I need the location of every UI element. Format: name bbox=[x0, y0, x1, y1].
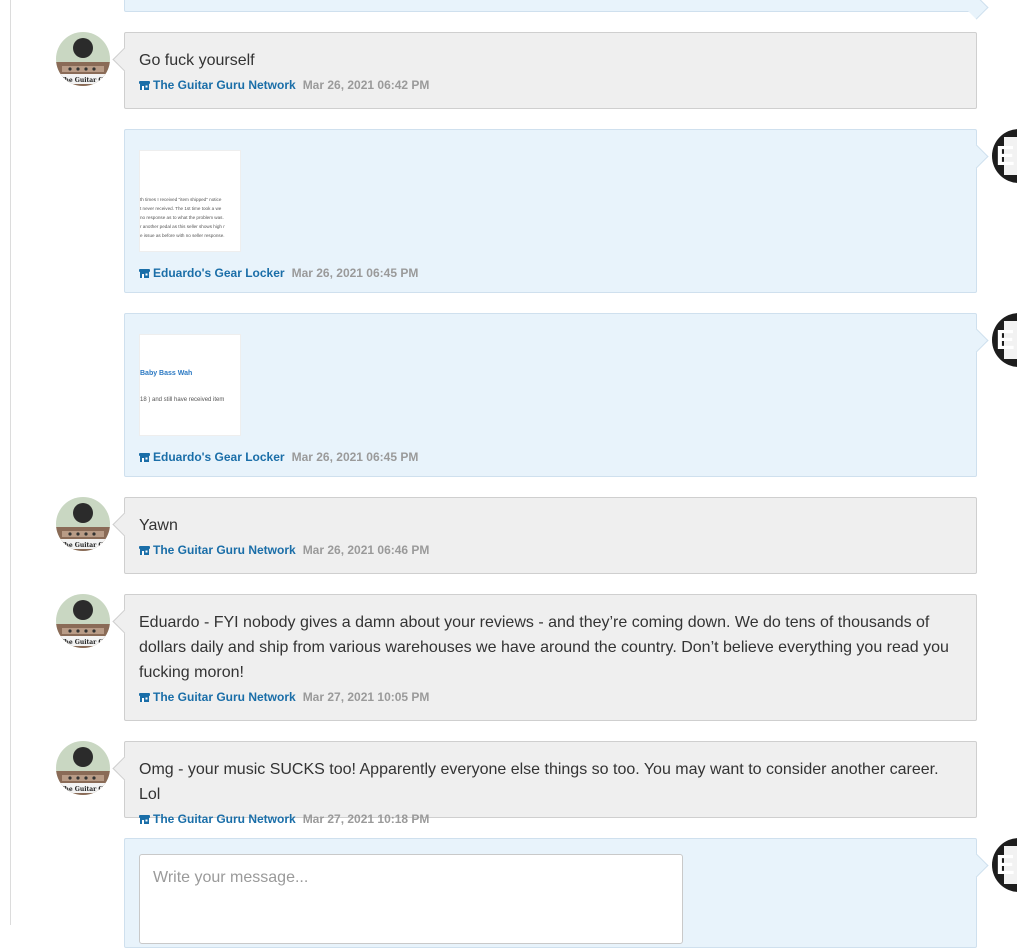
message-input[interactable] bbox=[139, 854, 683, 944]
avatar-eduardo[interactable]: E bbox=[992, 129, 1017, 183]
thumbnail-text-line: t never received. The 1st time took a we bbox=[140, 206, 222, 211]
attachment-thumbnail[interactable]: Baby Bass Wah 18 ) and still have receiv… bbox=[139, 334, 241, 436]
message-timestamp: Mar 27, 2021 10:05 PM bbox=[302, 690, 430, 704]
message-meta: The Guitar Guru Network Mar 26, 2021 06:… bbox=[139, 78, 962, 92]
message-timestamp: Mar 26, 2021 06:46 PM bbox=[302, 543, 430, 557]
message-bubble: Baby Bass Wah 18 ) and still have receiv… bbox=[124, 313, 977, 477]
thumbnail-text-line: e issue as before with no seller respons… bbox=[140, 233, 225, 238]
shop-icon bbox=[139, 814, 150, 825]
avatar-logo-text: The Guitar Gu bbox=[60, 77, 109, 84]
message-timestamp: Mar 27, 2021 10:18 PM bbox=[302, 812, 430, 826]
previous-message-bubble bbox=[124, 0, 977, 12]
avatar-logo-text: The Guitar Gu bbox=[60, 786, 109, 793]
sender-link[interactable]: The Guitar Guru Network bbox=[153, 543, 296, 557]
avatar-eduardo[interactable]: E bbox=[992, 313, 1017, 367]
message-meta: The Guitar Guru Network Mar 27, 2021 10:… bbox=[139, 812, 962, 826]
message-meta: The Guitar Guru Network Mar 26, 2021 06:… bbox=[139, 543, 962, 557]
avatar-logo-text: The Guitar Gu bbox=[60, 542, 109, 549]
avatar-guitar-guru[interactable]: The Guitar Gu bbox=[56, 594, 110, 648]
thumbnail-text-line: no response as to what the problem was. bbox=[140, 215, 224, 220]
message-bubble: Eduardo - FYI nobody gives a damn about … bbox=[124, 594, 977, 721]
message-timestamp: Mar 26, 2021 06:42 PM bbox=[302, 78, 430, 92]
conversation-left-border bbox=[10, 0, 11, 925]
message-text: Yawn bbox=[139, 517, 178, 534]
sender-link[interactable]: The Guitar Guru Network bbox=[153, 812, 296, 826]
thumbnail-text-line: r another pedal as this seller shows hig… bbox=[140, 224, 225, 229]
message-timestamp: Mar 26, 2021 06:45 PM bbox=[291, 266, 419, 280]
avatar-initial: E bbox=[996, 849, 1015, 880]
thumbnail-text-line: th times I received "item shipped" notic… bbox=[140, 197, 222, 202]
message-text: Go fuck yourself bbox=[139, 52, 255, 69]
message-meta: Eduardo's Gear Locker Mar 26, 2021 06:45… bbox=[139, 266, 962, 280]
message-bubble: Go fuck yourself The Guitar Guru Network… bbox=[124, 32, 977, 109]
sender-link[interactable]: Eduardo's Gear Locker bbox=[153, 266, 285, 280]
attachment-thumbnail[interactable]: th times I received "item shipped" notic… bbox=[139, 150, 241, 252]
thumbnail-text-line: 18 ) and still have received item bbox=[140, 397, 225, 403]
message-timestamp: Mar 26, 2021 06:45 PM bbox=[291, 450, 419, 464]
shop-icon bbox=[139, 268, 150, 279]
avatar-initial: E bbox=[996, 140, 1015, 171]
message-meta: The Guitar Guru Network Mar 27, 2021 10:… bbox=[139, 690, 962, 704]
shop-icon bbox=[139, 452, 150, 463]
thumbnail-title: Baby Bass Wah bbox=[140, 370, 193, 377]
shop-icon bbox=[139, 692, 150, 703]
avatar-guitar-guru[interactable]: The Guitar Gu bbox=[56, 741, 110, 795]
sender-link[interactable]: Eduardo's Gear Locker bbox=[153, 450, 285, 464]
message-bubble: Omg - your music SUCKS too! Apparently e… bbox=[124, 741, 977, 826]
avatar-eduardo[interactable]: E bbox=[992, 838, 1017, 892]
shop-icon bbox=[139, 545, 150, 556]
avatar-initial: E bbox=[996, 324, 1015, 355]
message-text: Omg - your music SUCKS too! Apparently e… bbox=[139, 761, 939, 803]
sender-link[interactable]: The Guitar Guru Network bbox=[153, 78, 296, 92]
message-bubble: th times I received "item shipped" notic… bbox=[124, 129, 977, 293]
shop-icon bbox=[139, 80, 150, 91]
avatar-guitar-guru[interactable]: The Guitar Gu bbox=[56, 497, 110, 551]
sender-link[interactable]: The Guitar Guru Network bbox=[153, 690, 296, 704]
message-text: Eduardo - FYI nobody gives a damn about … bbox=[139, 614, 949, 681]
avatar-logo-text: The Guitar Gu bbox=[60, 639, 109, 646]
message-meta: Eduardo's Gear Locker Mar 26, 2021 06:45… bbox=[139, 450, 962, 464]
message-bubble: Yawn The Guitar Guru Network Mar 26, 202… bbox=[124, 497, 977, 574]
avatar-guitar-guru[interactable]: The Guitar Gu bbox=[56, 32, 110, 86]
